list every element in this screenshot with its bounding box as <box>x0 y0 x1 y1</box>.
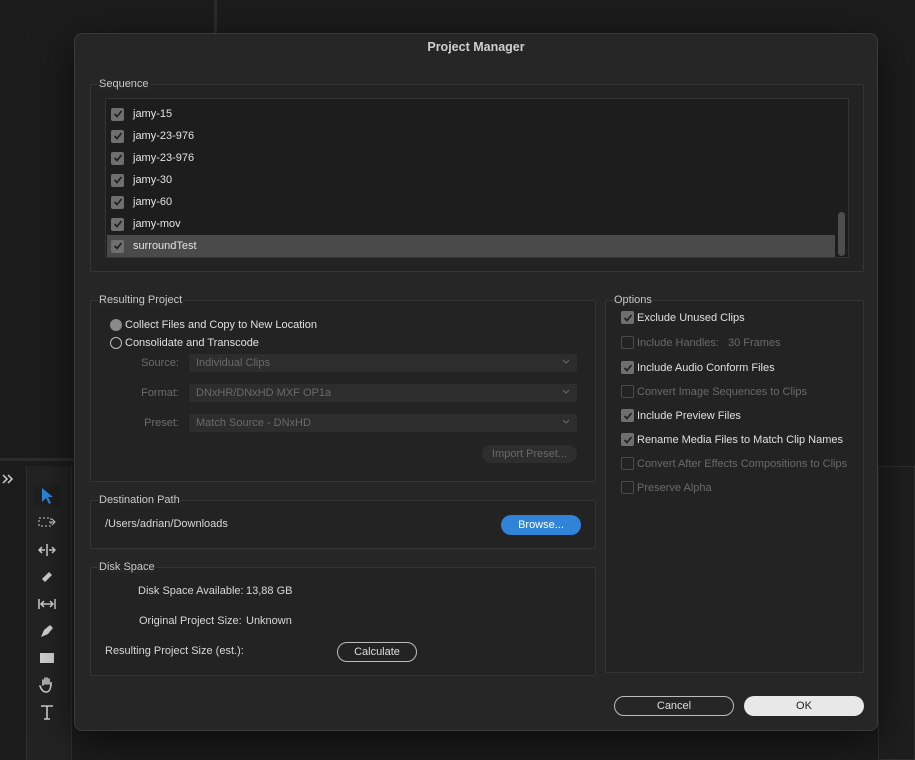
track-select-tool-icon[interactable] <box>34 512 60 534</box>
ripple-edit-tool-icon[interactable] <box>34 539 60 561</box>
convert-image-sequences-checkbox[interactable]: Convert Image Sequences to Clips <box>621 385 807 398</box>
resulting-size-label: Resulting Project Size (est.): <box>105 645 244 657</box>
calculate-button[interactable]: Calculate <box>337 642 417 662</box>
rename-media-checkbox[interactable]: Rename Media Files to Match Clip Names <box>621 433 843 446</box>
convert-image-label: Convert Image Sequences to Clips <box>637 385 807 398</box>
rename-media-label: Rename Media Files to Match Clip Names <box>637 433 844 446</box>
disk-space-label: Disk Space <box>98 561 156 573</box>
preset-select[interactable]: Match Source - DNxHD <box>189 414 577 432</box>
sequence-name: jamy-15 <box>133 108 173 120</box>
checkbox-checked-icon <box>621 433 634 446</box>
convert-ae-checkbox[interactable]: Convert After Effects Compositions to Cl… <box>621 457 847 470</box>
consolidate-transcode-radio[interactable]: Consolidate and Transcode <box>110 337 259 349</box>
preset-label: Preset: <box>144 417 179 429</box>
sequence-list-item[interactable]: jamy-mov <box>107 213 835 235</box>
sequence-name: jamy-30 <box>133 174 173 186</box>
import-preset-button[interactable]: Import Preset... <box>482 445 577 463</box>
format-label: Format: <box>141 387 179 399</box>
selection-tool-icon[interactable] <box>34 485 60 507</box>
radio-unselected-icon <box>110 337 122 349</box>
sequence-group-label: Sequence <box>98 78 150 90</box>
tools-panel <box>26 466 72 760</box>
include-audio-checkbox[interactable]: Include Audio Conform Files <box>621 361 775 374</box>
ok-button[interactable]: OK <box>744 696 864 716</box>
include-handles-label: Include Handles: <box>637 336 719 349</box>
sequence-name: surroundTest <box>133 240 197 252</box>
format-select[interactable]: DNxHR/DNxHD MXF OP1a <box>189 384 577 402</box>
checkbox-checked-icon <box>621 311 634 324</box>
convert-ae-label: Convert After Effects Compositions to Cl… <box>637 457 848 470</box>
cancel-button[interactable]: Cancel <box>614 696 734 716</box>
browse-button[interactable]: Browse... <box>501 515 581 535</box>
dialog-title: Project Manager <box>427 40 525 54</box>
background-panel-divider <box>214 0 217 33</box>
source-label: Source: <box>141 357 179 369</box>
source-value: Individual Clips <box>196 357 270 369</box>
checkbox-unchecked-icon <box>621 457 634 470</box>
source-select[interactable]: Individual Clips <box>189 354 577 372</box>
sequence-list-item[interactable]: jamy-15 <box>107 103 835 125</box>
format-value: DNxHR/DNxHD MXF OP1a <box>196 387 332 399</box>
handles-value[interactable]: 30 Frames <box>728 337 781 349</box>
resulting-project-label: Resulting Project <box>98 294 184 306</box>
sequence-list-item[interactable]: surroundTest <box>107 235 835 257</box>
pen-tool-icon[interactable] <box>34 620 60 642</box>
include-handles-checkbox[interactable]: Include Handles: 30 Frames <box>621 336 781 349</box>
destination-path: /Users/adrian/Downloads <box>105 518 228 530</box>
sequence-list-item[interactable]: jamy-23-976 <box>107 147 835 169</box>
checkbox-unchecked-icon <box>621 336 634 349</box>
checkbox-checked-icon[interactable] <box>111 151 124 165</box>
include-preview-label: Include Preview Files <box>637 409 741 422</box>
checkbox-checked-icon <box>621 361 634 374</box>
slip-tool-icon[interactable] <box>34 593 60 615</box>
checkbox-unchecked-icon <box>621 385 634 398</box>
chevron-down-icon <box>562 359 570 364</box>
include-audio-label: Include Audio Conform Files <box>637 361 775 374</box>
chevron-down-icon <box>562 389 570 394</box>
background-panel-divider <box>0 458 74 461</box>
type-tool-icon[interactable] <box>34 701 60 723</box>
disk-available-value: 13,88 GB <box>246 585 293 597</box>
expand-panels-icon[interactable] <box>1 472 17 488</box>
collect-files-radio[interactable]: Collect Files and Copy to New Location <box>110 319 317 331</box>
checkbox-checked-icon[interactable] <box>111 173 124 187</box>
rectangle-tool-icon[interactable] <box>34 647 60 669</box>
exclude-unused-checkbox[interactable]: Exclude Unused Clips <box>621 311 745 324</box>
checkbox-checked-icon[interactable] <box>111 217 124 231</box>
checkbox-unchecked-icon <box>621 481 634 494</box>
background-panel <box>878 466 915 760</box>
preserve-alpha-label: Preserve Alpha <box>637 481 712 494</box>
sequence-list-item[interactable]: jamy-60 <box>107 191 835 213</box>
preset-value: Match Source - DNxHD <box>196 417 311 429</box>
sequence-name: jamy-23-976 <box>133 152 195 164</box>
disk-available-label: Disk Space Available: <box>138 585 244 597</box>
options-label: Options <box>613 294 653 306</box>
sequence-name: jamy-23-976 <box>133 130 195 142</box>
sequence-name: jamy-60 <box>133 196 173 208</box>
checkbox-checked-icon <box>621 409 634 422</box>
project-manager-dialog: Project Manager Sequence jamy-15 jamy-23-… <box>74 33 878 731</box>
checkbox-checked-icon[interactable] <box>111 239 124 253</box>
preserve-alpha-checkbox[interactable]: Preserve Alpha <box>621 481 712 494</box>
hand-tool-icon[interactable] <box>34 674 60 696</box>
radio-selected-icon <box>110 319 122 331</box>
original-size-label: Original Project Size: <box>139 615 242 627</box>
checkbox-checked-icon[interactable] <box>111 129 124 143</box>
sequence-list-scrollbar[interactable] <box>838 212 845 256</box>
destination-label: Destination Path <box>98 494 181 506</box>
collect-files-label: Collect Files and Copy to New Location <box>125 319 317 331</box>
include-preview-checkbox[interactable]: Include Preview Files <box>621 409 741 422</box>
sequence-list-item[interactable]: jamy-30 <box>107 169 835 191</box>
razor-tool-icon[interactable] <box>34 566 60 588</box>
original-size-value: Unknown <box>246 615 292 627</box>
exclude-unused-label: Exclude Unused Clips <box>637 311 745 324</box>
sequence-name: jamy-mov <box>133 218 181 230</box>
sequence-list[interactable]: jamy-15 jamy-23-976 jamy-23-976 jamy-30 jamy… <box>105 98 849 258</box>
checkbox-checked-icon[interactable] <box>111 195 124 209</box>
chevron-down-icon <box>562 419 570 424</box>
checkbox-checked-icon[interactable] <box>111 107 124 121</box>
sequence-list-item[interactable]: jamy-23-976 <box>107 125 835 147</box>
consolidate-label: Consolidate and Transcode <box>125 337 259 349</box>
